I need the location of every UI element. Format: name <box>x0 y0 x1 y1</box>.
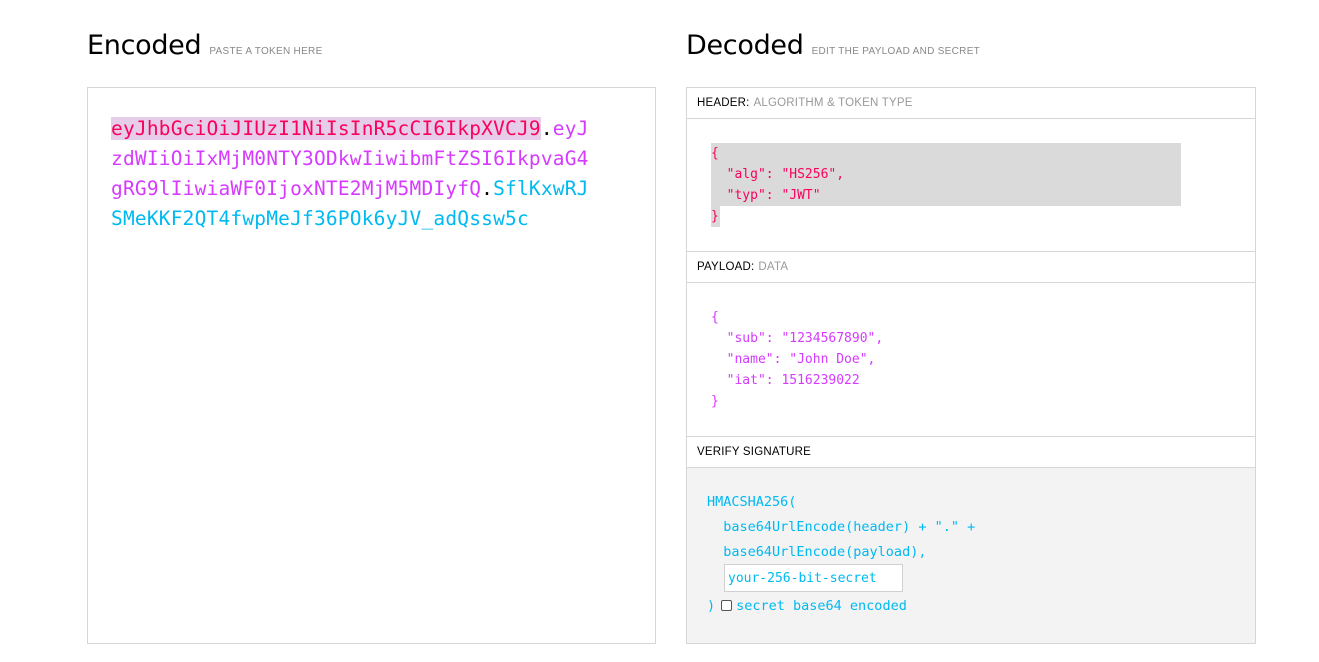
code-line: "name": "John Doe", <box>711 352 876 367</box>
encoded-title: Encoded <box>87 30 202 61</box>
token-dot: . <box>481 177 494 200</box>
code-line: "sub": "1234567890", <box>711 331 884 346</box>
secret-input[interactable] <box>724 564 903 592</box>
code-line: { <box>711 310 719 325</box>
decoded-panels: HEADER: ALGORITHM & TOKEN TYPE { "alg": "… <box>686 87 1256 644</box>
payload-panel-label: PAYLOAD: <box>697 261 755 273</box>
header-panel-label: HEADER: <box>697 97 750 109</box>
secret-base64-checkbox[interactable] <box>721 600 733 611</box>
header-panel-sub: ALGORITHM & TOKEN TYPE <box>753 97 913 109</box>
secret-base64-label[interactable]: secret base64 encoded <box>736 598 907 614</box>
encoded-title-row: Encoded PASTE A TOKEN HERE <box>87 30 323 61</box>
code-line: base64UrlEncode(payload), <box>707 544 927 560</box>
code-line: HMACSHA256( <box>707 494 797 510</box>
header-editor[interactable]: { "alg": "HS256", "typ": "JWT" } <box>687 119 1255 252</box>
code-line: "iat": 1516239022 <box>711 373 860 388</box>
encoded-token[interactable]: eyJhbGciOiJIUzI1NiIsInR5cCI6IkpXVCJ9.eyJ… <box>111 114 591 234</box>
token-dot: . <box>540 117 553 140</box>
code-line: } <box>711 206 720 227</box>
verify-close-row: ) secret base64 encoded <box>707 594 907 619</box>
payload-panel-sub: DATA <box>758 261 789 273</box>
token-header-part: eyJhbGciOiJIUzI1NiIsInR5cCI6IkpXVCJ9 <box>111 117 541 140</box>
code-line: { <box>711 146 719 161</box>
close-paren: ) <box>707 598 716 614</box>
verify-code: HMACSHA256( base64UrlEncode(header) + ".… <box>707 490 975 565</box>
payload-editor[interactable]: { "sub": "1234567890", "name": "John Doe… <box>687 283 1255 437</box>
decoded-title: Decoded <box>686 30 804 61</box>
verify-signature-body: HMACSHA256( base64UrlEncode(header) + ".… <box>687 468 1255 643</box>
payload-panel-title: PAYLOAD: DATA <box>687 252 1255 283</box>
verify-panel-label: VERIFY SIGNATURE <box>697 446 811 458</box>
header-panel-title: HEADER: ALGORITHM & TOKEN TYPE <box>687 88 1255 119</box>
code-line: "typ": "JWT" <box>711 188 821 203</box>
code-line: } <box>711 394 719 409</box>
decoded-title-row: Decoded EDIT THE PAYLOAD AND SECRET <box>686 30 980 61</box>
encoded-token-textarea[interactable]: eyJhbGciOiJIUzI1NiIsInR5cCI6IkpXVCJ9.eyJ… <box>87 87 656 644</box>
encoded-subtitle: PASTE A TOKEN HERE <box>209 46 323 57</box>
payload-json[interactable]: { "sub": "1234567890", "name": "John Doe… <box>711 307 883 412</box>
code-line: base64UrlEncode(header) + "." + <box>707 519 976 535</box>
verify-panel-title: VERIFY SIGNATURE <box>687 437 1255 468</box>
decoded-subtitle: EDIT THE PAYLOAD AND SECRET <box>811 46 981 57</box>
code-line: "alg": "HS256", <box>711 167 845 182</box>
header-json[interactable]: { "alg": "HS256", "typ": "JWT" <box>711 143 1181 206</box>
